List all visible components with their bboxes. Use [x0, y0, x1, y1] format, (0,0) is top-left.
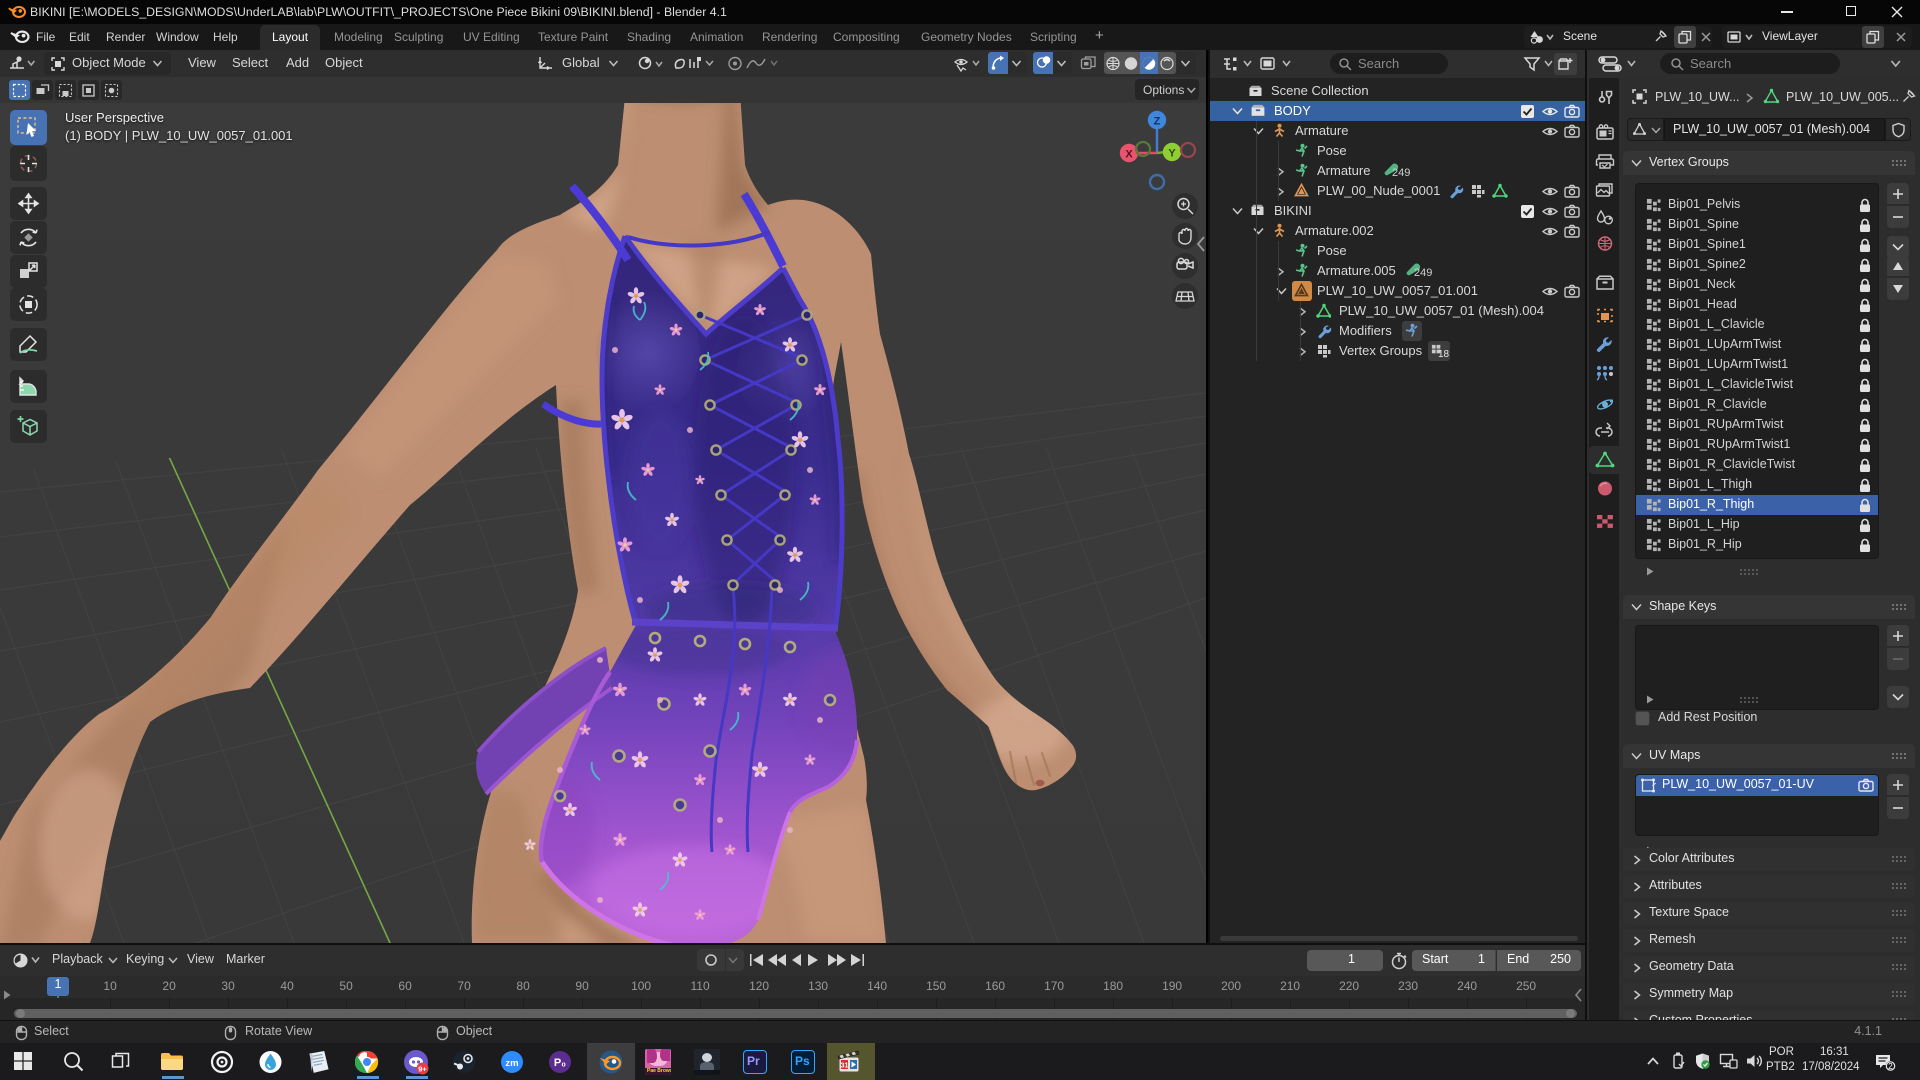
svg-text:2: 2 — [1888, 1062, 1893, 1071]
svg-text:31: 31 — [841, 1063, 849, 1070]
svg-text:zm: zm — [505, 1058, 518, 1069]
svg-text:Z: Z — [1154, 116, 1161, 128]
svg-text:P₀: P₀ — [554, 1057, 566, 1069]
svg-text:9+: 9+ — [418, 1064, 427, 1073]
svg-text:Y: Y — [1168, 148, 1176, 160]
svg-text:X: X — [1125, 149, 1133, 161]
